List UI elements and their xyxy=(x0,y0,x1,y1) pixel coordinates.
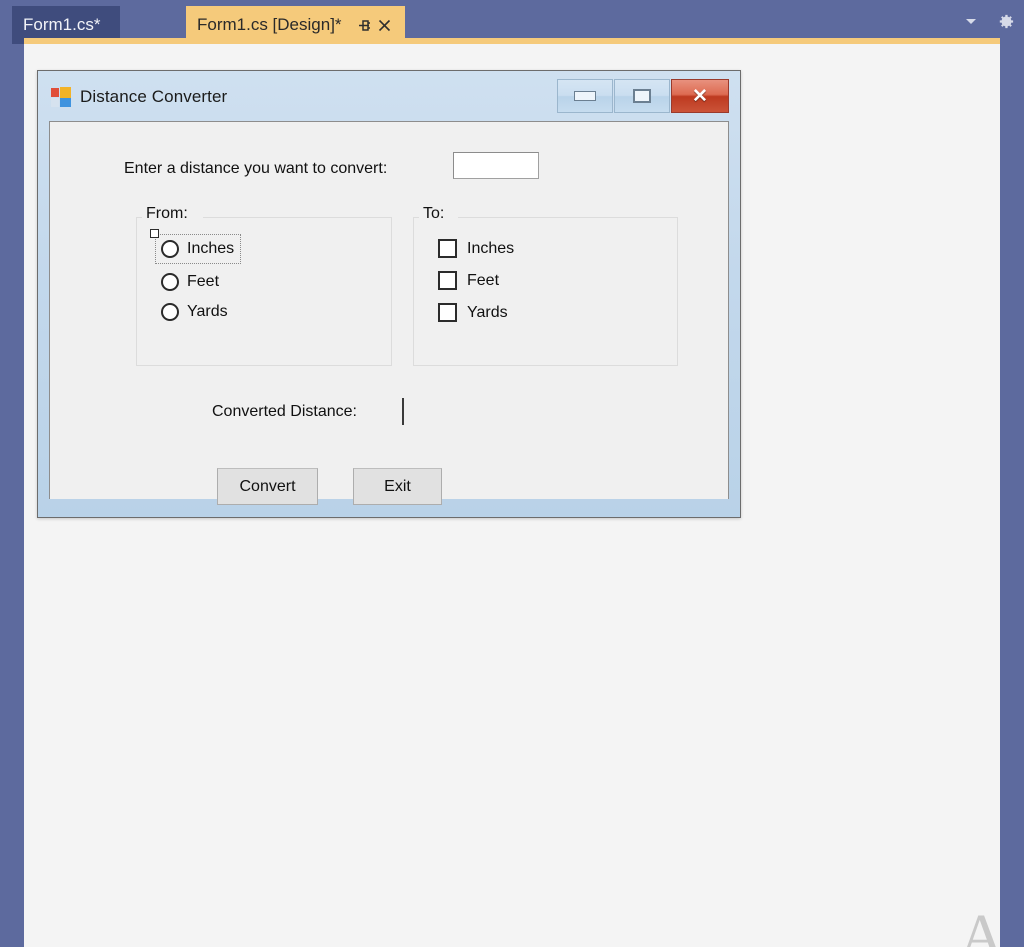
checkbox-to-yards[interactable]: Yards xyxy=(438,303,508,322)
checkbox-icon xyxy=(438,271,457,290)
converted-distance-label: Converted Distance: xyxy=(212,403,357,420)
form-designer-window[interactable]: Distance Converter ✕ Enter a distance yo… xyxy=(37,70,741,518)
radio-label: Feet xyxy=(187,273,220,290)
from-groupbox[interactable]: From: Inches Feet Yards xyxy=(136,205,392,366)
from-groupbox-legend: From: xyxy=(142,205,192,223)
to-groupbox-legend: To: xyxy=(419,205,449,223)
checkbox-icon xyxy=(438,303,457,322)
editor-tabstrip: Form1.cs* Form1.cs [Design]* xyxy=(0,0,1024,44)
checkbox-label: Yards xyxy=(467,303,508,321)
close-icon: ✕ xyxy=(692,85,708,107)
close-icon[interactable] xyxy=(376,16,394,34)
winforms-app-icon xyxy=(51,87,71,107)
groupbox-border xyxy=(458,217,677,218)
checkbox-to-feet[interactable]: Feet xyxy=(438,271,499,290)
to-groupbox[interactable]: To: Inches Feet Yards xyxy=(413,205,678,366)
minimize-button[interactable] xyxy=(557,79,613,113)
gear-icon[interactable] xyxy=(994,10,1016,32)
distance-input[interactable] xyxy=(453,152,539,179)
form-client-area[interactable]: Enter a distance you want to convert: Fr… xyxy=(49,121,729,505)
chevron-down-icon[interactable] xyxy=(960,10,982,32)
checkbox-label: Inches xyxy=(467,239,515,257)
designer-watermark: A xyxy=(959,903,1000,947)
convert-button[interactable]: Convert xyxy=(217,468,318,505)
radio-icon xyxy=(161,303,179,321)
prompt-label: Enter a distance you want to convert: xyxy=(124,160,388,177)
winforms-designer-surface[interactable]: Distance Converter ✕ Enter a distance yo… xyxy=(24,44,1000,947)
groupbox-border xyxy=(203,217,391,218)
minimize-icon xyxy=(574,91,596,101)
radio-from-yards[interactable]: Yards xyxy=(161,303,228,321)
checkbox-to-inches[interactable]: Inches xyxy=(438,239,514,258)
close-button[interactable]: ✕ xyxy=(671,79,729,113)
exit-button[interactable]: Exit xyxy=(353,468,442,505)
radio-label: Inches xyxy=(187,240,235,257)
designer-resize-handle[interactable] xyxy=(150,229,159,238)
tab-label: Form1.cs* xyxy=(23,15,101,34)
checkbox-label: Feet xyxy=(467,271,500,289)
checkbox-icon xyxy=(438,239,457,258)
tabstrip-right-controls xyxy=(960,6,1016,36)
maximize-button[interactable] xyxy=(614,79,670,113)
form-titlebar[interactable]: Distance Converter ✕ xyxy=(38,71,740,123)
radio-icon xyxy=(161,240,179,258)
tab-label: Form1.cs [Design]* xyxy=(197,15,342,34)
form-title: Distance Converter xyxy=(80,87,228,106)
ide-window: Form1.cs* Form1.cs [Design]* Distance Co… xyxy=(0,0,1024,947)
window-controls: ✕ xyxy=(557,79,729,113)
radio-from-inches[interactable]: Inches xyxy=(150,229,242,264)
converted-distance-value xyxy=(402,398,404,425)
radio-icon xyxy=(161,273,179,291)
maximize-icon xyxy=(633,89,651,103)
pin-icon[interactable] xyxy=(356,16,374,34)
radio-label: Yards xyxy=(187,303,228,320)
radio-from-feet[interactable]: Feet xyxy=(161,273,219,291)
